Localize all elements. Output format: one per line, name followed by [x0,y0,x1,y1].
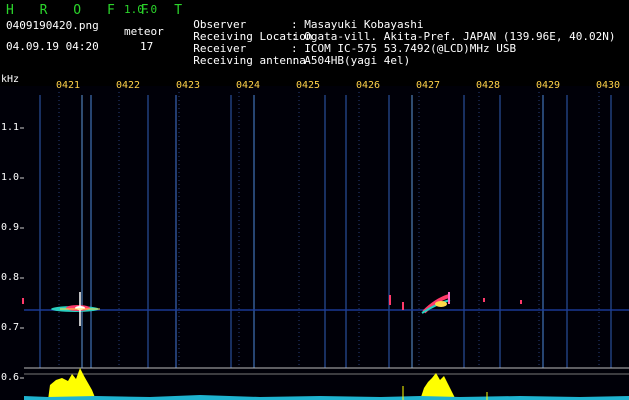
time-tick-label: 0430 [596,80,621,91]
antenna-label: Receiving antenna [193,54,306,67]
time-tick-label: 0427 [416,80,441,91]
filename-label: 0409190420.png [6,19,99,32]
time-tick-label: 0421 [56,80,81,91]
time-tick-label: 0425 [296,80,321,91]
antenna-value: : A504HB(yagi 4el) [291,54,411,67]
antenna-row: Receiving antenna: A504HB(yagi 4el) [180,41,410,67]
time-tick-label: 0428 [476,80,501,91]
meteor-count-value: 17 [140,40,154,53]
y-tick-label: 0.7 [1,322,20,333]
time-tick-label: 0422 [116,80,141,91]
y-tick-label: 0.8 [1,272,20,283]
y-tick-label: 1.1 [1,122,20,133]
version-label: 1.0.0 [124,3,158,16]
time-tick-label: 0424 [236,80,261,91]
y-tick-label: 0.6 [1,372,20,383]
app-title: H R O F F T [6,3,192,18]
time-tick-label: 0429 [536,80,561,91]
time-tick-label: 0426 [356,80,381,91]
y-tick-label: 1.0 [1,172,20,183]
meteor-count-label: meteor [124,25,164,38]
datetime-label: 04.09.19 04:20 [6,40,99,53]
time-tick-label: 0423 [176,80,201,91]
y-axis-unit: kHz [1,74,20,85]
y-tick-label: 0.9 [1,222,20,233]
